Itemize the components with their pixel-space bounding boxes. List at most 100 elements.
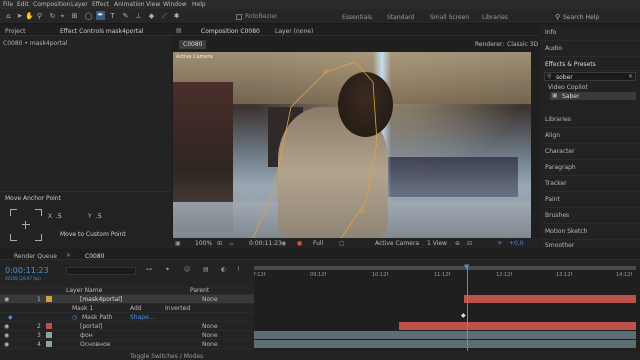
tab-layer[interactable]: Layer (none) — [275, 28, 313, 35]
video-frame[interactable]: Active Camera — [173, 52, 531, 238]
panel-align[interactable]: Align — [540, 128, 640, 144]
track-bar[interactable] — [254, 340, 636, 348]
layer-parent[interactable]: None — [202, 341, 218, 348]
mask-path-value[interactable]: Shape... — [130, 314, 155, 321]
search-help-icon[interactable]: ⚲ — [555, 13, 560, 21]
panel-smoother[interactable]: Smoother — [540, 240, 640, 249]
clone-icon[interactable]: ⊥ — [134, 12, 143, 21]
puppet-icon[interactable]: ✱ — [172, 12, 181, 21]
panel-brushes[interactable]: Brushes — [540, 208, 640, 224]
graph-editor-icon[interactable]: ⌇ — [237, 266, 240, 273]
hand-icon[interactable]: ✋ — [25, 12, 34, 21]
layer-row[interactable]: ◉ 1 [mask4portal] None — [0, 295, 254, 304]
menu-view[interactable]: View — [146, 1, 160, 8]
mask-mode[interactable]: Add — [130, 305, 142, 312]
panel-effects-presets[interactable]: Effects & Presets — [540, 57, 640, 71]
workspace-standard[interactable]: Standard — [387, 14, 414, 21]
layer-name[interactable]: [mask4portal] — [80, 296, 122, 303]
comp-tag[interactable]: C0080 — [179, 40, 207, 49]
rotate-icon[interactable]: ↻ — [48, 12, 57, 21]
channel-icon[interactable]: ● — [297, 240, 302, 247]
zoom-dropdown[interactable]: 100% — [195, 240, 212, 247]
layer-name[interactable]: Mask Path — [82, 314, 113, 321]
visibility-icon[interactable]: ◉ — [4, 332, 9, 339]
safe-margins-icon[interactable]: ⊞ — [217, 240, 222, 247]
track-bar[interactable] — [464, 295, 636, 303]
layer-name[interactable]: [portal] — [80, 323, 102, 330]
layer-row[interactable]: ◉ 2 [portal] None — [0, 322, 254, 331]
draft-3d-icon[interactable]: ✦ — [165, 266, 170, 273]
preview-icon[interactable]: ▣ — [175, 240, 181, 247]
saber-effect-item[interactable]: ▣ Saber — [550, 92, 636, 100]
comp-flowchart-icon[interactable]: ⊶ — [146, 266, 152, 273]
layer-name[interactable]: Основное — [80, 341, 110, 348]
workspace-libraries[interactable]: Libraries — [482, 14, 508, 21]
eraser-icon[interactable]: ◆ — [147, 12, 156, 21]
layer-color-swatch[interactable] — [46, 341, 52, 347]
resolution-dropdown[interactable]: Full — [313, 240, 323, 247]
mask-path-overlay[interactable] — [173, 52, 531, 238]
panel-paint[interactable]: Paint — [540, 192, 640, 208]
menu-help[interactable]: Help — [192, 1, 206, 8]
clear-search-icon[interactable]: ✕ — [628, 73, 633, 80]
viewer-timecode[interactable]: 0:00:11:23 — [249, 240, 282, 247]
layer-row[interactable]: Mask 1 Add Inverted — [0, 304, 254, 313]
type-icon[interactable]: T — [108, 12, 117, 21]
track-bar[interactable] — [254, 331, 636, 339]
roto-icon[interactable]: ⟋ — [160, 12, 169, 21]
layer-name[interactable]: фон — [80, 332, 93, 339]
menu-composition[interactable]: Composition — [33, 1, 70, 8]
pen-icon[interactable]: ✒ — [96, 11, 105, 20]
anchor-grid[interactable] — [10, 209, 42, 241]
timeline-search-box[interactable] — [66, 267, 136, 275]
selection-icon[interactable]: ➤ — [15, 12, 24, 21]
camera-dropdown[interactable]: Active Camera — [375, 240, 419, 247]
exposure-icon[interactable]: ☀ — [497, 240, 502, 247]
video-copilot-folder[interactable]: Video Copilot — [548, 84, 588, 91]
layer-parent[interactable]: None — [202, 296, 218, 303]
panel-info[interactable]: Info — [540, 25, 640, 41]
effects-search-input[interactable]: sober — [556, 74, 573, 81]
mask-inverted[interactable]: Inverted — [165, 305, 190, 312]
home-icon[interactable]: ⌂ — [4, 12, 13, 21]
layer-parent[interactable]: None — [202, 323, 218, 330]
motion-blur-icon[interactable]: ◐ — [221, 266, 226, 273]
panel-character[interactable]: Character — [540, 144, 640, 160]
layer-color-swatch[interactable] — [46, 332, 52, 338]
brush-icon[interactable]: ✎ — [121, 12, 130, 21]
timeline-timecode[interactable]: 0:00:11:23 — [5, 266, 49, 275]
menu-edit[interactable]: Edit — [17, 1, 29, 8]
tab-render-queue[interactable]: Render Queue — [14, 253, 57, 260]
snapshot-icon[interactable]: ◉ — [281, 240, 286, 247]
search-help-input[interactable]: Search Help — [563, 14, 599, 21]
zoom-icon[interactable]: ⚲ — [35, 12, 44, 21]
menu-window[interactable]: Window — [163, 1, 187, 8]
col-layer-name[interactable]: Layer Name — [66, 287, 102, 294]
frame-blend-icon[interactable]: ▤ — [203, 266, 209, 273]
panel-audio[interactable]: Audio — [540, 41, 640, 57]
rotobezier-checkbox[interactable] — [236, 14, 242, 20]
tab-timeline-comp[interactable]: C0080 — [85, 253, 104, 260]
panel-motion-sketch[interactable]: Motion Sketch — [540, 224, 640, 240]
playhead-line[interactable] — [467, 266, 468, 351]
layer-name[interactable]: Mask 1 — [72, 305, 93, 312]
effects-search-box[interactable]: ⚲ sober ✕ — [544, 72, 636, 81]
layer-row[interactable]: ◉ 4 Основное None — [0, 340, 254, 349]
track-bar[interactable] — [399, 322, 636, 330]
track-area[interactable]: ◆ ▼ — [254, 263, 640, 351]
toggle-switches-modes[interactable]: Toggle Switches / Modes — [130, 353, 203, 360]
tab-project[interactable]: Project — [5, 28, 26, 35]
x-value[interactable]: .5 — [56, 213, 62, 220]
workspace-essentials[interactable]: Essentials — [342, 14, 372, 21]
shy-icon[interactable]: ☺ — [184, 266, 190, 273]
layer-color-swatch[interactable] — [46, 323, 52, 329]
close-icon[interactable]: ✕ — [66, 252, 71, 259]
panel-libraries[interactable]: Libraries — [540, 112, 640, 128]
layer-color-swatch[interactable] — [46, 296, 52, 302]
tab-effect-controls[interactable]: Effect Controls mask4portal — [60, 28, 143, 35]
mask-visibility-icon[interactable]: ⌓ — [229, 240, 234, 248]
lock-icon[interactable]: ▤ — [176, 27, 182, 34]
renderer-value[interactable]: Classic 3D — [507, 41, 538, 48]
visibility-icon[interactable]: ◉ — [4, 341, 9, 348]
rectangle-icon[interactable]: ◯ — [84, 12, 93, 21]
